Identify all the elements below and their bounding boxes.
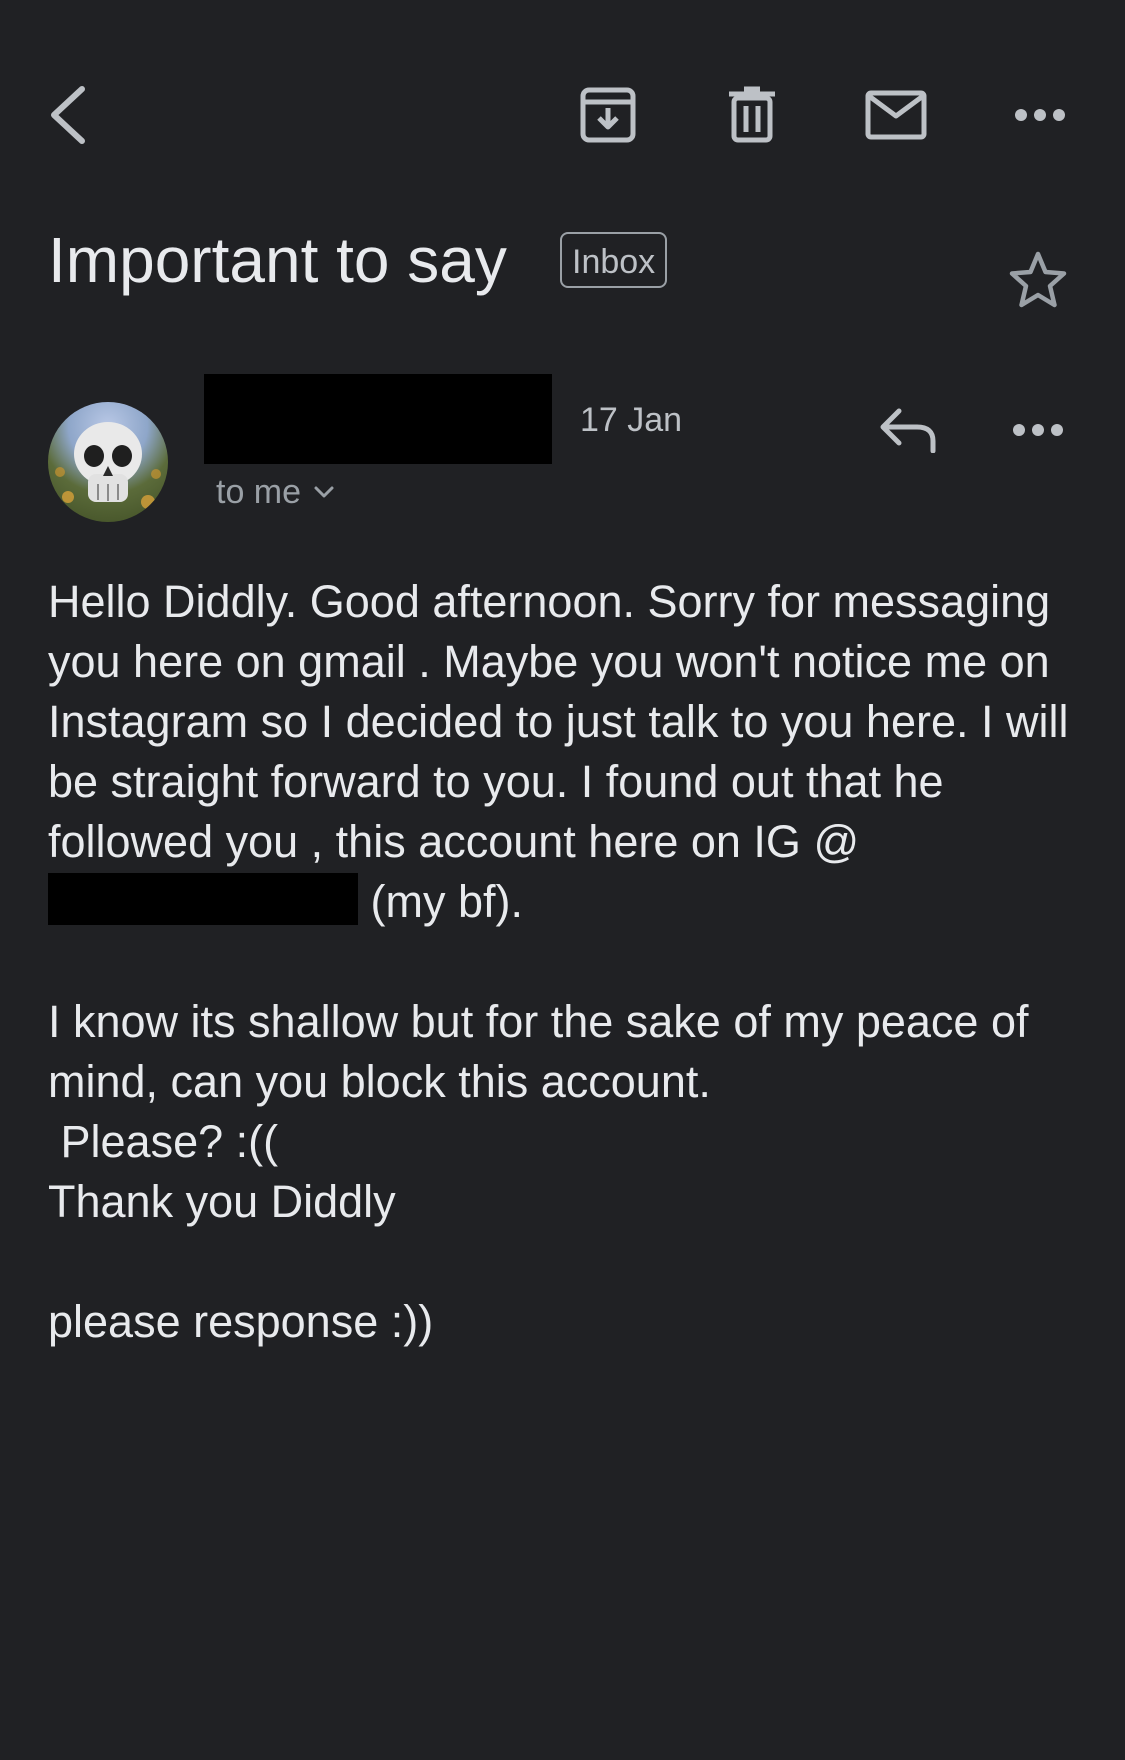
- redacted-instagram-handle: [48, 873, 358, 925]
- body-paragraph-1-text: Hello Diddly. Good afternoon. Sorry for …: [48, 576, 1082, 867]
- more-options-button[interactable]: [990, 60, 1090, 170]
- trash-icon: [729, 86, 775, 143]
- recipient-details-toggle[interactable]: to me: [216, 470, 335, 514]
- skull-icon: [55, 422, 161, 509]
- archive-icon: [580, 87, 636, 143]
- more-horizontal-icon: [1013, 424, 1063, 436]
- back-button[interactable]: [18, 60, 118, 170]
- message-more-button[interactable]: [998, 390, 1078, 470]
- mark-unread-button[interactable]: [846, 60, 946, 170]
- back-arrow-icon: [51, 86, 85, 144]
- delete-button[interactable]: [702, 60, 802, 170]
- reply-button[interactable]: [868, 390, 948, 470]
- inbox-label-chip[interactable]: Inbox: [560, 232, 668, 288]
- recipient-text: to me: [216, 473, 302, 511]
- reply-icon: [880, 408, 936, 453]
- mail-icon: [865, 90, 927, 140]
- more-horizontal-icon: [1015, 109, 1065, 121]
- subject-row: Important to say Inbox: [48, 220, 1078, 320]
- body-paragraph-1: Hello Diddly. Good afternoon. Sorry for …: [48, 572, 1088, 932]
- body-paragraph-2: I know its shallow but for the sake of m…: [48, 996, 1029, 1227]
- body-paragraph-1-tail: (my bf).: [358, 876, 524, 927]
- email-body: Hello Diddly. Good afternoon. Sorry for …: [48, 572, 1088, 1352]
- email-date: 17 Jan: [580, 401, 683, 439]
- star-button[interactable]: [998, 240, 1078, 320]
- chevron-down-icon: [314, 486, 334, 498]
- sender-row: 17 Jan to me: [48, 370, 1078, 530]
- top-toolbar: [0, 60, 1125, 170]
- sender-avatar[interactable]: [48, 402, 168, 522]
- star-icon: [1009, 251, 1067, 308]
- redacted-sender-name: [204, 374, 552, 464]
- body-paragraph-3: please response :)): [48, 1296, 434, 1347]
- archive-button[interactable]: [558, 60, 658, 170]
- email-subject: Important to say: [48, 224, 507, 296]
